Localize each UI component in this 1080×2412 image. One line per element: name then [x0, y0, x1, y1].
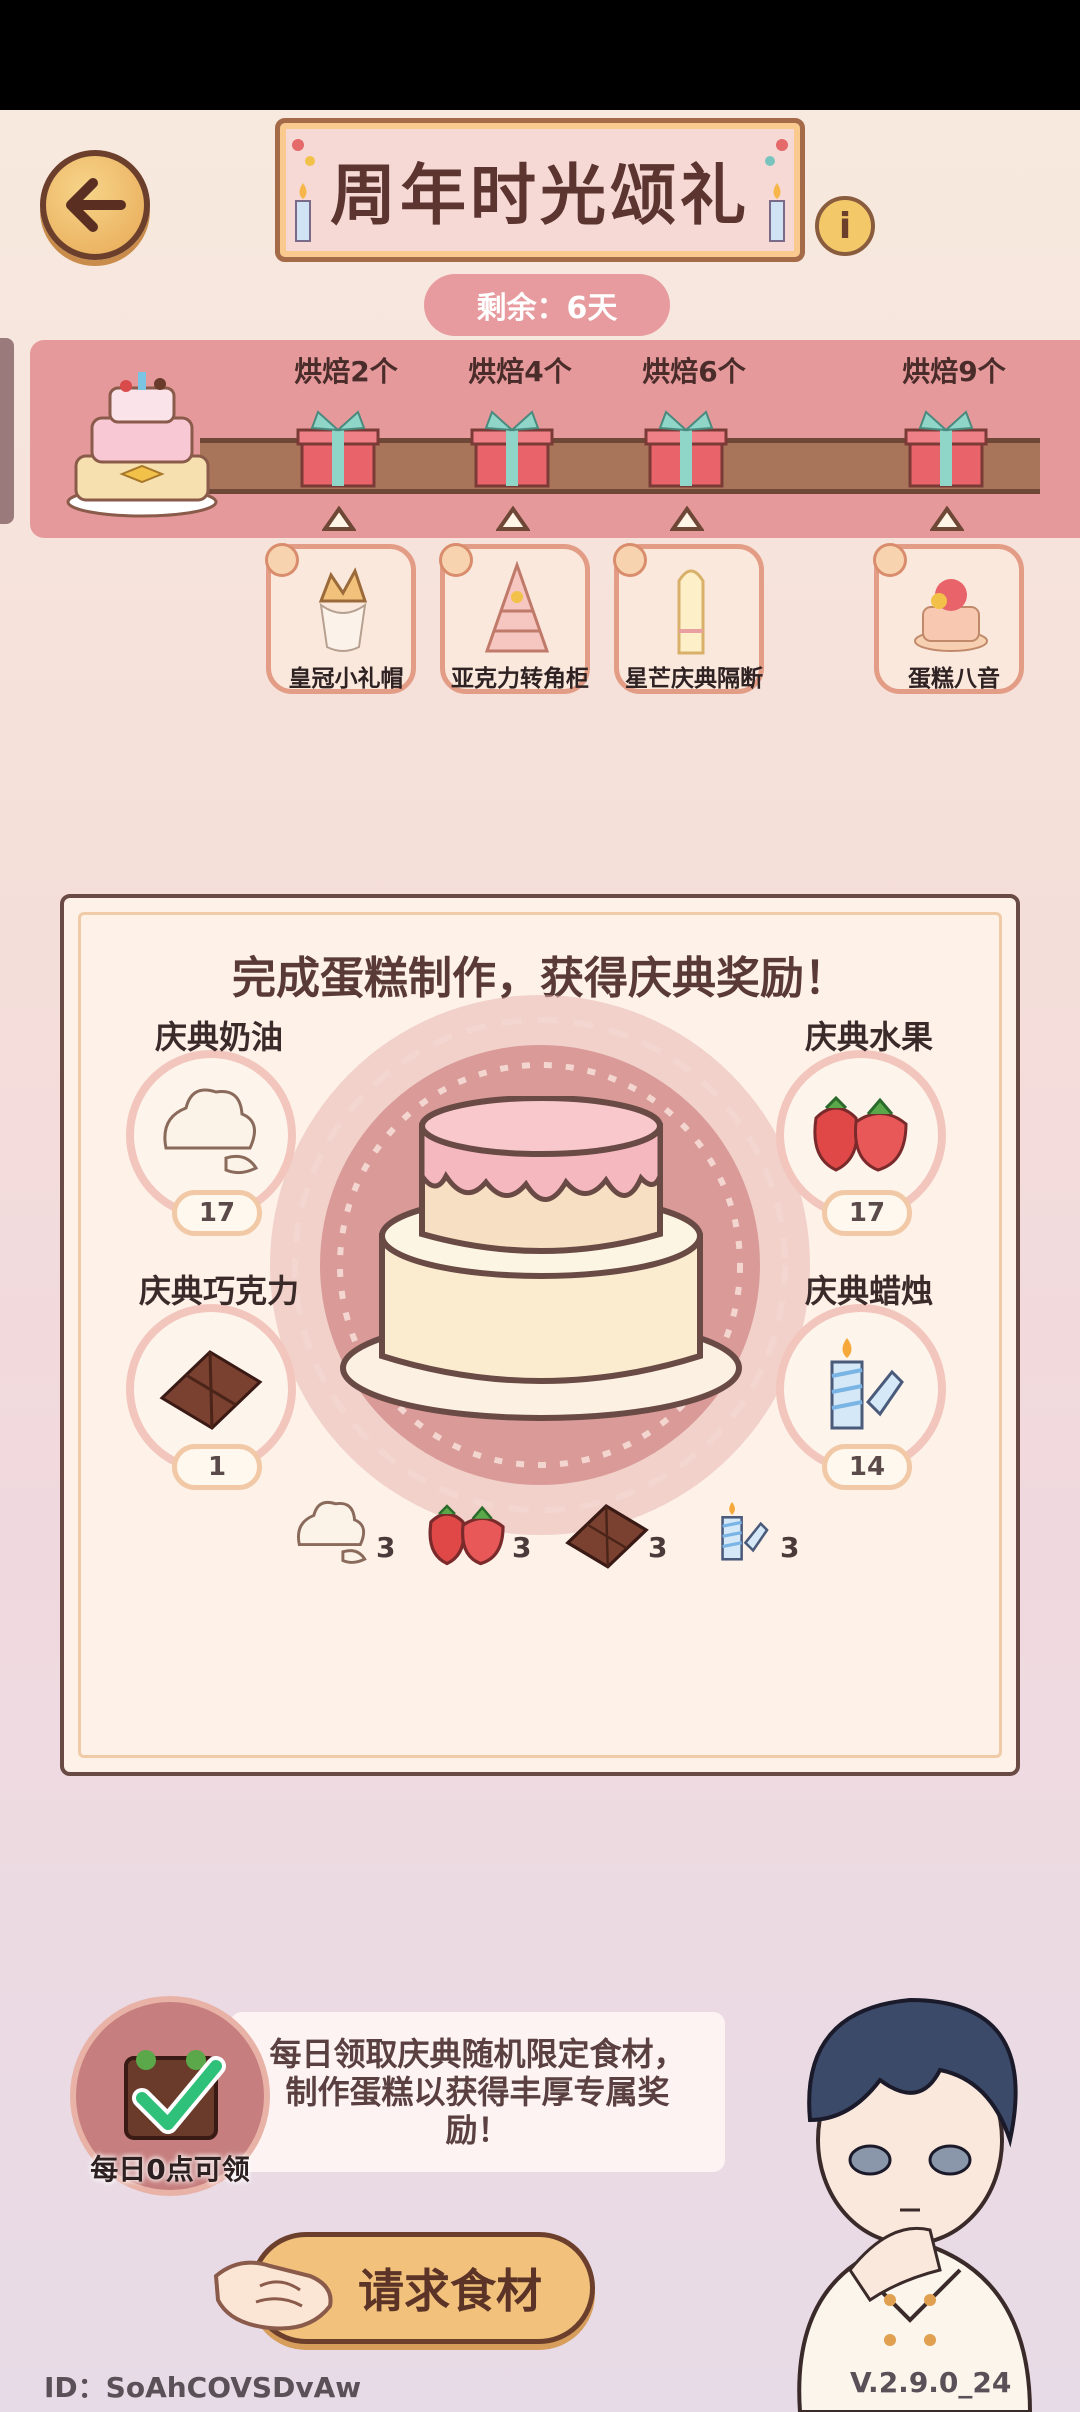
requirement-count: 3: [512, 1531, 532, 1564]
triangle-marker-icon: [670, 506, 704, 531]
candle-icon: [721, 1502, 769, 1561]
preview-eye-icon[interactable]: [439, 543, 473, 577]
version-label: V.2.9.0_24: [850, 2366, 1012, 2399]
requirement-count: 3: [648, 1531, 668, 1564]
side-tab[interactable]: [0, 338, 14, 524]
info-button[interactable]: i: [815, 196, 875, 256]
checkmark-icon: [132, 2056, 226, 2134]
milestone-label: 烘焙4个: [468, 355, 572, 388]
page-title: 周年时光颂礼: [330, 157, 750, 234]
requirement-candle: 3: [706, 1490, 816, 1570]
reward-item[interactable]: 星芒庆典隔断: [613, 543, 764, 694]
gift-box-icon[interactable]: [904, 408, 988, 488]
reward-name: 星芒庆典隔断: [625, 666, 763, 692]
player-id: ID：SoAhCOVSDvAw: [44, 2371, 362, 2404]
partition-screen-icon: [677, 569, 705, 655]
triangle-marker-icon: [496, 506, 530, 531]
milestone-label: 烘焙6个: [642, 355, 746, 388]
ingredient-cream[interactable]: 庆典奶油 17: [126, 1018, 296, 1236]
preview-eye-icon[interactable]: [613, 543, 647, 577]
requirement-count: 3: [780, 1531, 800, 1564]
cream-icon: [163, 1088, 259, 1175]
ingredient-name: 庆典蜡烛: [804, 1272, 933, 1310]
strawberry-icon: [428, 1504, 505, 1566]
chocolate-icon: [159, 1350, 263, 1430]
reward-name: 蛋糕八音: [908, 666, 1000, 692]
milestone-label: 烘焙2个: [294, 355, 398, 388]
arrow-left-icon: [66, 178, 126, 232]
handshake-icon: [213, 2260, 333, 2331]
reward-name: 皇冠小礼帽: [288, 666, 404, 692]
daily-claim-label: 每日0点可领: [90, 2153, 250, 2186]
ingredient-candle[interactable]: 庆典蜡烛 14: [776, 1272, 946, 1490]
corner-cabinet-icon: [484, 561, 550, 653]
candle-decoration-icon: [765, 139, 788, 242]
ingredient-name: 庆典水果: [804, 1018, 933, 1056]
tip-bubble: 每日领取庆典随机限定食材，制作蛋糕以获得丰厚专属奖励！: [230, 2012, 725, 2172]
triangle-marker-icon: [322, 506, 356, 531]
reward-item[interactable]: 皇冠小礼帽: [265, 543, 416, 694]
requirement-count: 3: [376, 1531, 396, 1564]
strawberry-icon: [813, 1095, 908, 1172]
info-icon: i: [838, 205, 852, 247]
status-bar: [0, 0, 1080, 110]
reward-item[interactable]: 蛋糕八音: [873, 543, 1024, 694]
ingredient-chocolate[interactable]: 庆典巧克力 1: [126, 1272, 299, 1490]
ingredient-name: 庆典巧克力: [138, 1272, 299, 1310]
cream-icon: [297, 1500, 367, 1564]
reward-item[interactable]: 亚克力转角柜: [439, 543, 590, 694]
ingredient-count: 1: [172, 1444, 262, 1490]
chef-character: [797, 1997, 1033, 2412]
cake-music-box-icon: [914, 579, 988, 652]
ingredient-count: 17: [172, 1190, 262, 1236]
chocolate-icon: [565, 1503, 649, 1569]
requirement-cream: 3: [292, 1490, 402, 1570]
ingredient-count: 14: [822, 1444, 912, 1490]
reward-name: 亚克力转角柜: [451, 666, 589, 692]
ingredient-count: 17: [822, 1190, 912, 1236]
gift-box-icon[interactable]: [470, 408, 554, 488]
ingredient-name: 庆典奶油: [154, 1018, 283, 1056]
request-button-label: 请求食材: [358, 2264, 542, 2318]
milestone-label: 烘焙9个: [902, 355, 1006, 388]
candle-decoration-icon: [292, 139, 315, 242]
triangle-marker-icon: [930, 506, 964, 531]
crown-hat-icon: [318, 567, 368, 652]
cake-icon[interactable]: [336, 1096, 746, 1426]
title-plate: 周年时光颂礼: [275, 118, 805, 262]
candle-icon: [830, 1338, 904, 1430]
back-button[interactable]: [40, 150, 150, 260]
gift-box-icon[interactable]: [644, 408, 728, 488]
preview-eye-icon[interactable]: [265, 543, 299, 577]
cake-progress-icon: [66, 372, 218, 518]
tip-text: 每日领取庆典随机限定食材，制作蛋糕以获得丰厚专属奖励！: [269, 2035, 686, 2149]
requirement-fruit: 3: [422, 1490, 542, 1570]
gift-box-icon[interactable]: [296, 408, 380, 488]
requirement-chocolate: 3: [562, 1490, 682, 1570]
remaining-days-badge: 剩余：6天: [424, 274, 670, 336]
preview-eye-icon[interactable]: [873, 543, 907, 577]
ingredient-fruit[interactable]: 庆典水果 17: [776, 1018, 946, 1236]
